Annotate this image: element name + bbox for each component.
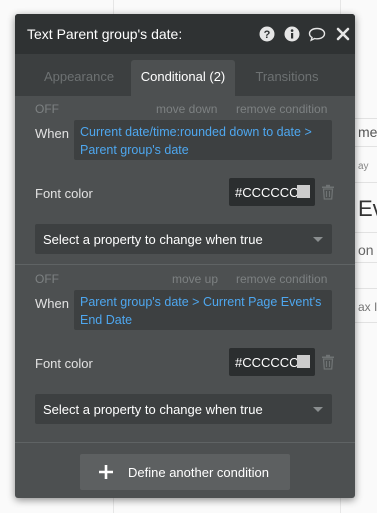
define-another-condition-button[interactable]: Define another condition <box>80 454 290 490</box>
background-divider <box>355 118 377 119</box>
move-up-link[interactable]: move up <box>172 272 218 286</box>
color-value: #CCCCCC <box>235 355 299 370</box>
condition-expression[interactable]: Current date/time:rounded down to date >… <box>74 120 332 160</box>
panel-title: Text Parent group's date: <box>27 26 183 42</box>
property-select-placeholder: Select a property to change when true <box>43 232 263 247</box>
info-icon[interactable] <box>284 26 300 42</box>
background-divider <box>355 146 377 147</box>
background-text: ay <box>358 161 369 172</box>
close-icon[interactable] <box>335 26 351 42</box>
property-label: Font color <box>35 356 93 371</box>
background-text: ax In <box>358 300 377 314</box>
remove-condition-link[interactable]: remove condition <box>236 102 327 116</box>
background-text: me <box>358 124 377 140</box>
condition-block: OFF move down remove condition When Curr… <box>15 96 355 264</box>
property-select[interactable]: Select a property to change when true <box>35 394 332 424</box>
background-text: Ev <box>358 196 377 221</box>
help-icon[interactable]: ? <box>259 26 275 42</box>
color-swatch[interactable] <box>297 355 310 368</box>
background-text: on <box>358 242 374 258</box>
trash-icon[interactable] <box>321 354 335 370</box>
condition-block: OFF move up remove condition When Parent… <box>15 266 355 436</box>
chevron-down-icon <box>313 237 323 242</box>
tab-conditional[interactable]: Conditional (2) <box>131 60 235 96</box>
when-label: When <box>35 126 69 141</box>
tab-appearance[interactable]: Appearance <box>29 60 129 96</box>
color-input[interactable]: #CCCCCC <box>229 178 315 206</box>
condition-expression[interactable]: Parent group's date > Current Page Event… <box>74 290 332 330</box>
property-label: Font color <box>35 186 93 201</box>
chevron-down-icon <box>313 407 323 412</box>
background-divider <box>355 288 377 289</box>
background-divider <box>355 232 377 233</box>
trash-icon[interactable] <box>321 184 335 200</box>
remove-condition-link[interactable]: remove condition <box>236 272 327 286</box>
section-divider <box>15 264 355 265</box>
panel-titlebar[interactable]: Text Parent group's date: ? <box>15 14 355 54</box>
svg-text:?: ? <box>264 29 271 41</box>
color-swatch[interactable] <box>297 185 310 198</box>
tab-bar: Appearance Conditional (2) Transitions <box>15 54 355 96</box>
condition-status: OFF <box>35 102 59 116</box>
property-editor-panel: Text Parent group's date: ? Appearance C… <box>15 14 355 498</box>
color-value: #CCCCCC <box>235 185 299 200</box>
color-input[interactable]: #CCCCCC <box>229 348 315 376</box>
property-select[interactable]: Select a property to change when true <box>35 224 332 254</box>
property-select-placeholder: Select a property to change when true <box>43 402 263 417</box>
move-down-link[interactable]: move down <box>156 102 217 116</box>
plus-icon <box>96 462 116 482</box>
section-divider <box>15 442 355 443</box>
when-label: When <box>35 296 69 311</box>
tab-transitions[interactable]: Transitions <box>237 60 337 96</box>
condition-status: OFF <box>35 272 59 286</box>
background-divider <box>355 182 377 183</box>
comment-icon[interactable] <box>308 26 326 42</box>
define-another-condition-label: Define another condition <box>128 465 269 480</box>
background-divider <box>355 322 377 323</box>
background-divider <box>355 262 377 263</box>
